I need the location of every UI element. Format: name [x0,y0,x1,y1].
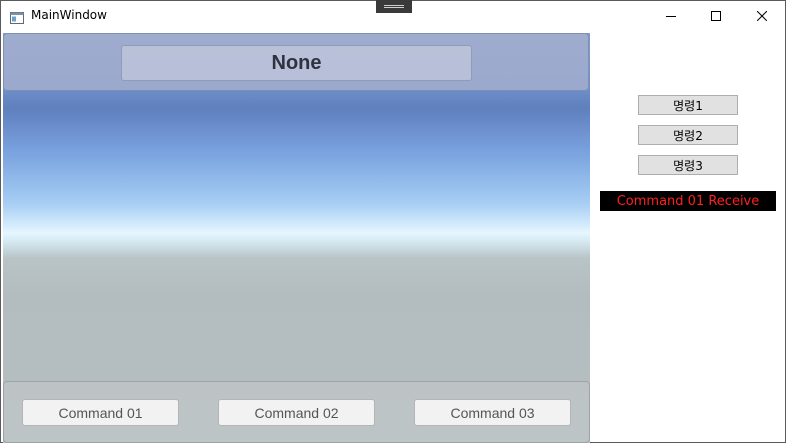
status-text: None [121,45,472,81]
window-app-icon [10,9,24,24]
window-title: MainWindow [31,8,107,22]
command-1-button[interactable]: 명령1 [638,95,738,115]
close-button[interactable] [739,1,785,31]
maximize-icon [711,11,721,21]
command-2-button[interactable]: 명령2 [638,125,738,145]
status-panel: None [3,33,589,91]
minimize-button[interactable] [648,1,694,31]
unity-viewport[interactable]: None Command 01 Command 02 Command 03 [3,33,590,443]
command-02-button[interactable]: Command 02 [218,399,375,426]
drag-handle-icon[interactable] [376,0,412,13]
command-3-button[interactable]: 명령3 [638,155,738,175]
command-panel: Command 01 Command 02 Command 03 [3,381,590,443]
maximize-button[interactable] [693,1,739,31]
minimize-icon [666,16,676,17]
command-03-button[interactable]: Command 03 [414,399,571,426]
close-icon [757,11,767,21]
main-window: MainWindow None Command 01 Command 02 Co… [0,0,786,443]
command-01-button[interactable]: Command 01 [22,399,179,426]
received-command-label: Command 01 Receive [600,191,776,211]
